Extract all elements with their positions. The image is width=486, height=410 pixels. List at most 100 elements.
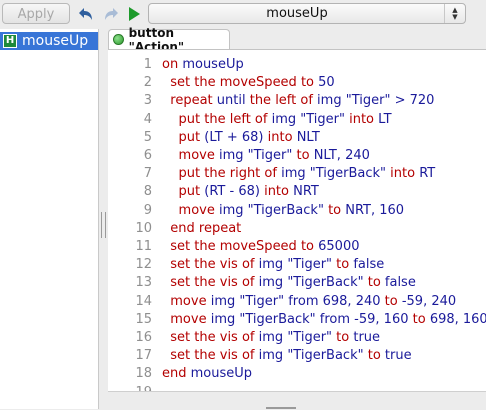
tab-button-action[interactable]: button "Action" bbox=[108, 26, 230, 54]
line-number: 16 bbox=[135, 330, 152, 345]
handler-item-mouseup[interactable]: H mouseUp bbox=[0, 32, 98, 50]
code-text: move img "TigerBack" to NRT, 160 bbox=[162, 202, 405, 220]
code-token: to bbox=[367, 275, 385, 291]
code-token: img bbox=[210, 293, 240, 309]
code-line[interactable]: 12 set the vis of img "Tiger" to false bbox=[108, 256, 486, 274]
code-token: until bbox=[216, 93, 250, 109]
code-line[interactable]: 18 end mouseUp bbox=[108, 365, 486, 383]
code-token: to bbox=[384, 293, 402, 309]
code-token: of bbox=[241, 348, 259, 364]
code-line[interactable]: 15 move img "TigerBack" from -59, 160 to… bbox=[108, 311, 486, 329]
code-line[interactable]: 17 set the vis of img "TigerBack" to tru… bbox=[108, 347, 486, 365]
code-text: move img "TigerBack" from -59, 160 to 69… bbox=[162, 311, 486, 329]
code-token: the bbox=[194, 239, 220, 254]
code-token: to bbox=[336, 330, 354, 345]
code-token: "TigerBack" bbox=[287, 275, 368, 291]
code-token: img bbox=[317, 93, 346, 109]
code-token: set bbox=[170, 330, 195, 345]
script-editor-toolbar: Apply mouseUp ▲ ▼ bbox=[0, 0, 486, 28]
handler-select[interactable]: mouseUp ▲ ▼ bbox=[148, 3, 466, 24]
code-token: set bbox=[170, 275, 195, 291]
code-token: img bbox=[218, 202, 248, 218]
code-token: false bbox=[353, 257, 385, 273]
apply-button[interactable]: Apply bbox=[2, 3, 70, 24]
line-number: 4 bbox=[143, 111, 152, 127]
code-token: LT bbox=[378, 111, 392, 127]
code-token: (LT + 68) bbox=[204, 129, 268, 145]
code-token: to bbox=[300, 75, 319, 91]
line-number: 15 bbox=[135, 311, 152, 327]
code-line[interactable]: 9 move img "TigerBack" to NRT, 160 bbox=[108, 202, 486, 220]
code-token: img bbox=[210, 311, 240, 327]
code-token: "Tiger" bbox=[247, 148, 297, 163]
code-token: NRT bbox=[293, 184, 319, 200]
line-number: 13 bbox=[135, 275, 152, 291]
code-token: img bbox=[271, 111, 301, 127]
play-triangle-icon[interactable] bbox=[124, 4, 144, 24]
code-line[interactable]: 3 repeat until the left of img "Tiger" >… bbox=[108, 92, 486, 110]
code-token: (RT - 68) bbox=[204, 184, 265, 200]
code-token: set bbox=[170, 348, 195, 364]
handler-badge-icon: H bbox=[3, 34, 17, 48]
code-token: of bbox=[241, 275, 259, 291]
code-token: the bbox=[194, 330, 220, 345]
code-token: repeat bbox=[170, 93, 217, 109]
code-token: move bbox=[178, 148, 219, 163]
code-text: end repeat bbox=[162, 220, 241, 238]
code-token: false bbox=[384, 275, 416, 291]
code-line[interactable]: 13 set the vis of img "TigerBack" to fal… bbox=[108, 274, 486, 292]
code-line[interactable]: 14 move img "Tiger" from 698, 240 to -59… bbox=[108, 293, 486, 311]
code-token: mouseUp bbox=[182, 57, 244, 72]
code-token: moveSpeed bbox=[219, 239, 301, 254]
code-token: the bbox=[249, 93, 276, 109]
undo-arrow-icon[interactable] bbox=[77, 4, 97, 24]
code-line[interactable]: 6 move img "Tiger" to NLT, 240 bbox=[108, 147, 486, 165]
code-line[interactable]: 16 set the vis of img "Tiger" to true bbox=[108, 329, 486, 347]
code-token: img bbox=[258, 330, 288, 345]
code-token: the bbox=[194, 75, 220, 91]
code-line[interactable]: 5 put (LT + 68) into NLT bbox=[108, 129, 486, 147]
code-text: set the vis of img "Tiger" to false bbox=[162, 256, 384, 274]
line-number: 11 bbox=[135, 239, 152, 254]
code-token: put bbox=[178, 129, 205, 145]
code-editor[interactable]: 1 on mouseUp 2 set the moveSpeed to 50 3 re… bbox=[108, 49, 486, 392]
code-line[interactable]: 10 end repeat bbox=[108, 220, 486, 238]
code-token: left bbox=[275, 93, 301, 109]
code-token: left bbox=[229, 111, 255, 127]
code-text: on mouseUp bbox=[162, 56, 244, 74]
code-line[interactable]: 1 on mouseUp bbox=[108, 56, 486, 74]
code-text: put the right of img "TigerBack" into RT bbox=[162, 165, 436, 183]
line-number: 5 bbox=[143, 129, 152, 145]
code-token: "Tiger" bbox=[287, 257, 337, 273]
code-token: put bbox=[178, 111, 205, 127]
redo-arrow-icon[interactable] bbox=[100, 4, 120, 24]
code-token: put bbox=[178, 184, 205, 200]
code-text: set the vis of img "TigerBack" to false bbox=[162, 274, 416, 292]
code-line[interactable]: 7 put the right of img "TigerBack" into … bbox=[108, 165, 486, 183]
code-token: RT bbox=[419, 166, 436, 182]
code-token: the bbox=[204, 166, 230, 182]
handler-item-label: mouseUp bbox=[22, 33, 89, 49]
code-token: > 720 bbox=[394, 93, 435, 109]
code-token: from 698, 240 bbox=[288, 293, 385, 309]
code-token: vis bbox=[219, 330, 242, 345]
editor-status-bar bbox=[108, 391, 486, 410]
code-text: put (RT - 68) into NRT bbox=[162, 183, 319, 201]
line-number: 10 bbox=[135, 220, 152, 236]
code-token: "Tiger" bbox=[300, 111, 350, 127]
code-token: the bbox=[194, 348, 220, 364]
splitter-grip-icon[interactable] bbox=[101, 212, 106, 238]
code-line[interactable]: 8 put (RT - 68) into NRT bbox=[108, 183, 486, 201]
code-token: 65000 bbox=[318, 239, 360, 254]
code-token: to bbox=[328, 202, 346, 218]
handler-select-value: mouseUp bbox=[266, 6, 328, 21]
code-token: into bbox=[349, 111, 379, 127]
code-token: "TigerBack" bbox=[309, 166, 391, 182]
code-token: mouseUp bbox=[190, 366, 253, 382]
code-line[interactable]: 11 set the moveSpeed to 65000 bbox=[108, 238, 486, 256]
code-line[interactable]: 2 set the moveSpeed to 50 bbox=[108, 74, 486, 92]
code-line[interactable]: 4 put the left of img "Tiger" into LT bbox=[108, 111, 486, 129]
code-token: NRT, 160 bbox=[345, 202, 405, 218]
